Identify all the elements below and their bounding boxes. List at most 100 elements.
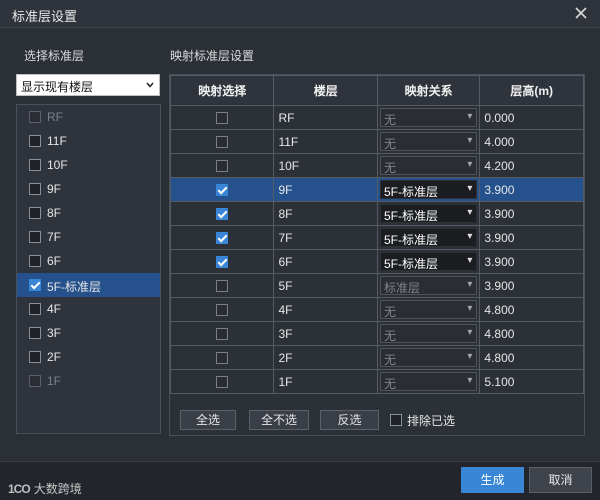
height-cell[interactable]: 3.900 xyxy=(479,273,584,298)
floor-checkbox[interactable] xyxy=(29,183,41,195)
mapping-select-cell xyxy=(169,201,275,226)
floor-list-item[interactable]: 2F xyxy=(17,345,160,369)
table-row[interactable]: RF 无 ▾ 0.000 xyxy=(169,105,584,130)
floor-list-item[interactable]: 9F xyxy=(17,177,160,201)
mapping-checkbox[interactable] xyxy=(216,183,229,196)
column-header-mapping[interactable]: 映射关系 xyxy=(376,75,481,106)
floor-list-item[interactable]: 6F xyxy=(17,249,160,273)
table-row[interactable]: 4F 无 ▾ 4.800 xyxy=(169,297,584,322)
mapping-checkbox[interactable] xyxy=(216,375,229,388)
mapping-checkbox[interactable] xyxy=(216,111,229,124)
mapping-checkbox[interactable] xyxy=(216,327,229,340)
mapping-dropdown[interactable]: 无 ▾ xyxy=(379,156,478,175)
select-all-button[interactable]: 全选 xyxy=(180,410,236,430)
floor-list-item[interactable]: RF xyxy=(17,105,160,129)
mapping-settings-label: 映射标准层设置 xyxy=(170,49,255,63)
table-row[interactable]: 1F 无 ▾ 5.100 xyxy=(169,369,584,394)
floor-checkbox[interactable] xyxy=(29,303,41,315)
table-row[interactable]: 2F 无 ▾ 4.800 xyxy=(169,345,584,370)
floor-list-item[interactable]: 4F xyxy=(17,297,160,321)
column-header-floor[interactable]: 楼层 xyxy=(273,75,378,106)
mapping-cell: 5F-标准层 ▾ xyxy=(376,249,481,274)
table-row[interactable]: 8F 5F-标准层 ▾ 3.900 xyxy=(169,201,584,226)
close-icon[interactable] xyxy=(572,4,590,22)
floor-checkbox[interactable] xyxy=(29,279,41,291)
table-row[interactable]: 3F 无 ▾ 4.800 xyxy=(169,321,584,346)
height-cell[interactable]: 4.800 xyxy=(479,345,584,370)
table-row[interactable]: 10F 无 ▾ 4.200 xyxy=(169,153,584,178)
height-cell[interactable]: 3.900 xyxy=(479,249,584,274)
invert-selection-button[interactable]: 反选 xyxy=(320,410,379,430)
height-value: 4.200 xyxy=(484,158,515,173)
mapping-dropdown[interactable]: 标准层 ▾ xyxy=(379,276,478,295)
floor-label: RF xyxy=(47,110,63,124)
column-header-height[interactable]: 层高(m) xyxy=(479,75,584,106)
mapping-dropdown[interactable]: 无 ▾ xyxy=(379,348,478,367)
floor-checkbox[interactable] xyxy=(29,327,41,339)
floor-list-item[interactable]: 10F xyxy=(17,153,160,177)
floor-checkbox[interactable] xyxy=(29,207,41,219)
mapping-checkbox[interactable] xyxy=(216,135,229,148)
height-cell[interactable]: 3.900 xyxy=(479,225,584,250)
floor-list-item[interactable]: 3F xyxy=(17,321,160,345)
height-cell[interactable]: 3.900 xyxy=(479,201,584,226)
table-row[interactable]: 6F 5F-标准层 ▾ 3.900 xyxy=(169,249,584,274)
height-value: 0.000 xyxy=(484,110,515,125)
floor-checkbox[interactable] xyxy=(29,255,41,267)
floor-list-item[interactable]: 5F-标准层 xyxy=(17,273,160,297)
mapping-dropdown[interactable]: 5F-标准层 ▾ xyxy=(379,228,478,247)
mapping-checkbox[interactable] xyxy=(216,279,229,292)
mapping-dropdown[interactable]: 无 ▾ xyxy=(379,372,478,391)
height-cell[interactable]: 3.900 xyxy=(479,177,584,202)
floor-filter-dropdown[interactable]: 显示现有楼层 xyxy=(16,74,160,96)
mapping-checkbox[interactable] xyxy=(216,351,229,364)
mapping-select-cell xyxy=(169,369,275,394)
floor-list: RF 11F 10F 9F 8F 7F 6F 5F-标准层 4F 3F 2F 1F xyxy=(16,104,161,434)
column-header-mapping-select[interactable]: 映射选择 xyxy=(169,75,275,106)
height-cell[interactable]: 4.800 xyxy=(479,321,584,346)
chevron-down-icon: ▾ xyxy=(467,135,473,146)
height-cell[interactable]: 0.000 xyxy=(479,105,584,130)
floor-list-item[interactable]: 7F xyxy=(17,225,160,249)
height-cell[interactable]: 5.100 xyxy=(479,369,584,394)
table-row[interactable]: 5F 标准层 ▾ 3.900 xyxy=(169,273,584,298)
table-row[interactable]: 11F 无 ▾ 4.000 xyxy=(169,129,584,154)
table-row[interactable]: 7F 5F-标准层 ▾ 3.900 xyxy=(169,225,584,250)
mapping-checkbox[interactable] xyxy=(216,303,229,316)
mapping-dropdown[interactable]: 无 ▾ xyxy=(379,132,478,151)
floor-checkbox[interactable] xyxy=(29,231,41,243)
mapping-checkbox[interactable] xyxy=(216,159,229,172)
height-cell[interactable]: 4.000 xyxy=(479,129,584,154)
mapping-dropdown[interactable]: 无 ▾ xyxy=(379,108,478,127)
floor-list-item[interactable]: 1F xyxy=(17,369,160,393)
select-none-button[interactable]: 全不选 xyxy=(249,410,309,430)
height-cell[interactable]: 4.800 xyxy=(479,297,584,322)
floor-checkbox[interactable] xyxy=(29,351,41,363)
mapping-value: 无 xyxy=(383,113,396,127)
floor-name: 6F xyxy=(278,254,293,269)
mapping-dropdown[interactable]: 无 ▾ xyxy=(379,324,478,343)
exclude-selected-checkbox[interactable] xyxy=(390,414,402,426)
height-cell[interactable]: 4.200 xyxy=(479,153,584,178)
mapping-checkbox[interactable] xyxy=(216,231,229,244)
mapping-checkbox[interactable] xyxy=(216,207,229,220)
floor-list-item[interactable]: 11F xyxy=(17,129,160,153)
floor-checkbox[interactable] xyxy=(29,159,41,171)
floor-filter-value: 显示现有楼层 xyxy=(21,80,94,94)
floor-cell: 10F xyxy=(273,153,378,178)
mapping-dropdown[interactable]: 5F-标准层 ▾ xyxy=(379,252,478,271)
cancel-button[interactable]: 取消 xyxy=(529,467,592,493)
floor-name: 7F xyxy=(278,230,293,245)
floor-list-item[interactable]: 8F xyxy=(17,201,160,225)
floor-checkbox[interactable] xyxy=(29,135,41,147)
mapping-dropdown[interactable]: 5F-标准层 ▾ xyxy=(379,180,478,199)
floor-name: 4F xyxy=(278,302,293,317)
mapping-dropdown[interactable]: 无 ▾ xyxy=(379,300,478,319)
mapping-dropdown[interactable]: 5F-标准层 ▾ xyxy=(379,204,478,223)
generate-button[interactable]: 生成 xyxy=(461,467,524,493)
mapping-select-cell xyxy=(169,249,275,274)
table-row[interactable]: 9F 5F-标准层 ▾ 3.900 xyxy=(169,177,584,202)
mapping-checkbox[interactable] xyxy=(216,255,229,268)
mapping-select-cell xyxy=(169,273,275,298)
height-value: 5.100 xyxy=(484,374,515,389)
